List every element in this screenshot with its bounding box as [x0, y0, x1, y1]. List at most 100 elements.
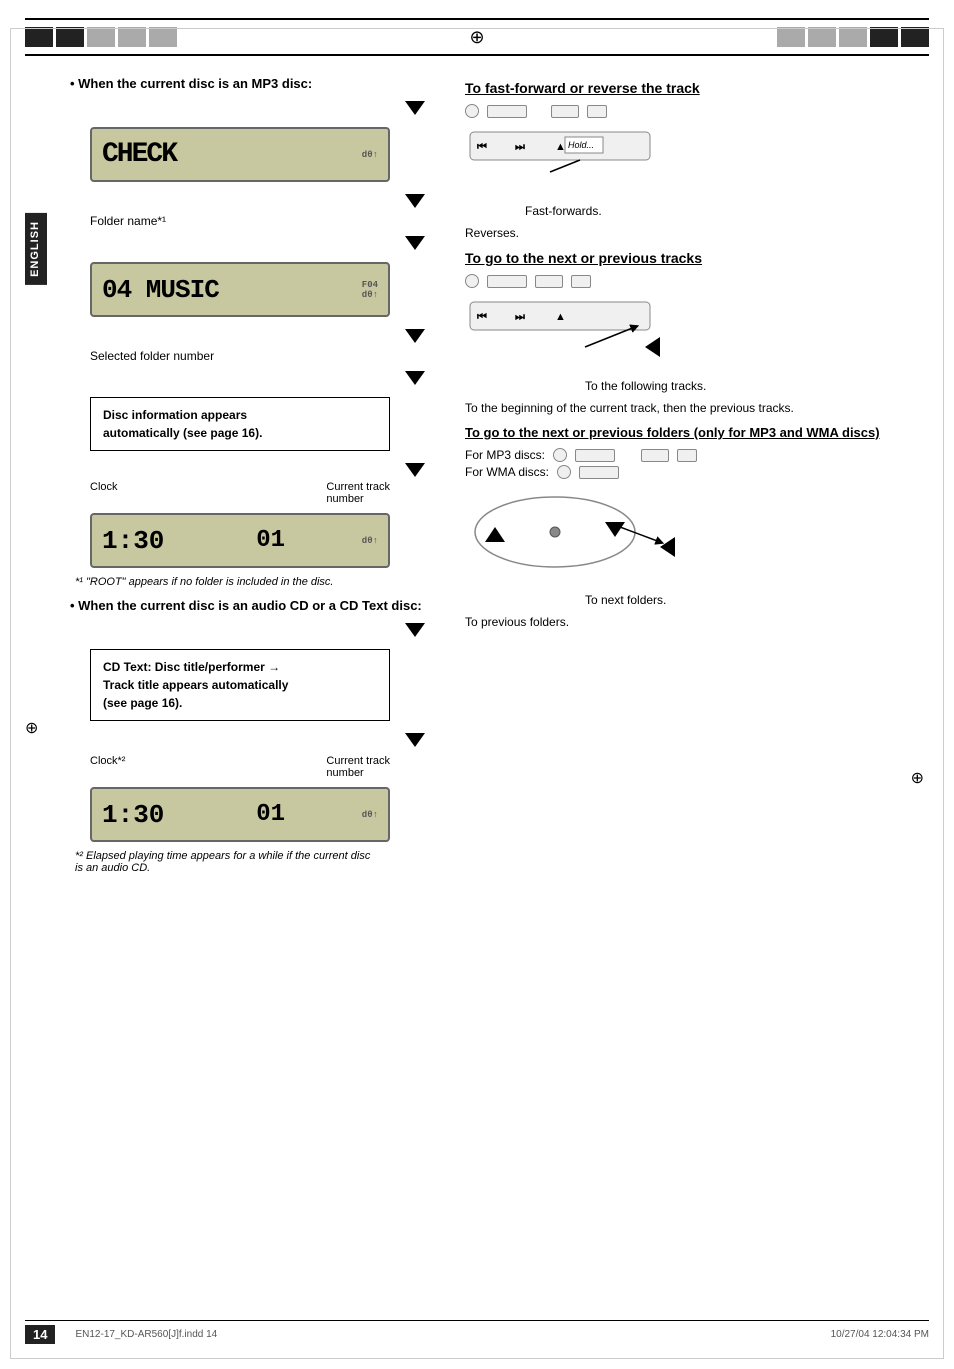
footer-filename: EN12-17_KD-AR560[J]f.indd 14 [75, 1329, 217, 1340]
cd-arrow-group: CD Text: Disc title/performer → Track ti… [90, 619, 445, 751]
svg-text:▲: ▲ [555, 311, 566, 323]
lcd-display-music: 04 MUSIC F04 dθ↑ [90, 262, 390, 317]
np-btn-row [465, 274, 929, 288]
lcd4-time: 1:30 [102, 800, 164, 830]
reverses-label: Reverses. [465, 226, 929, 240]
current-track2-label: Current track number [326, 755, 390, 779]
np-svg-diagram: ⏮ ⏭ ▲ [465, 292, 685, 372]
fast-forward-heading: To fast-forward or reverse the track [465, 80, 929, 96]
down-arrow-8 [405, 733, 425, 747]
ff-rect2-btn [551, 105, 579, 118]
lcd-music-text: 04 MUSIC [102, 275, 219, 305]
english-tab: ENGLISH [25, 213, 47, 285]
prev-folders-label: To previous folders. [465, 615, 929, 629]
mp3-rect3 [677, 449, 697, 462]
info-box-1-group: Disc information appears automatically (… [90, 367, 445, 481]
svg-text:⏭: ⏭ [515, 311, 525, 323]
fast-forwards-label: Fast-forwards. [525, 204, 929, 218]
np-oval-btn [465, 274, 479, 288]
header-block-r3 [839, 27, 867, 47]
lcd2-group: 04 MUSIC F04 dθ↑ Selected folder number [90, 232, 445, 363]
arrow-below-lcd2 [90, 325, 425, 347]
lcd4-icon: dθ↑ [362, 810, 378, 820]
svg-text:Hold...: Hold... [568, 140, 594, 150]
main-content: • When the current disc is an MP3 disc: … [25, 76, 929, 882]
footer-date: 10/27/04 12:04:34 PM [831, 1329, 929, 1340]
lcd3-labels: Clock Current track number [90, 481, 390, 505]
arrow-to-lcd2 [90, 232, 425, 254]
mp3-oval [553, 448, 567, 462]
next-prev-folders-heading: To go to the next or previous folders (o… [465, 425, 929, 440]
svg-text:⏮: ⏮ [477, 311, 487, 323]
ff-rect3-btn [587, 105, 607, 118]
ff-oval-btn [465, 104, 479, 118]
page-number: 14 [25, 1325, 55, 1344]
lcd-display-check: CHECK dθ↑ [90, 127, 390, 182]
mp3-rect2 [641, 449, 669, 462]
header-blocks-left [25, 27, 177, 47]
for-mp3-label: For MP3 discs: [465, 448, 545, 462]
arrow-to-info1 [90, 367, 425, 389]
for-mp3-row: For MP3 discs: [465, 448, 929, 462]
page-footer: 14 EN12-17_KD-AR560[J]f.indd 14 10/27/04… [25, 1320, 929, 1344]
ff-rect-btn [487, 105, 527, 118]
lcd1-group: CHECK dθ↑ Folder name*¹ [90, 97, 445, 228]
left-cross-symbol: ⊕ [25, 720, 38, 737]
ff-diagram: ⏮ ⏭ ▲ Hold... Fast-forwards. Reverses. [465, 104, 929, 240]
next-prev-diagram: ⏮ ⏭ ▲ To the following tracks. To the be… [465, 274, 929, 415]
next-prev-heading: To go to the next or previous tracks [465, 250, 929, 266]
svg-text:▲: ▲ [555, 141, 566, 153]
header-blocks-right [777, 27, 929, 47]
down-arrow-6 [405, 463, 425, 477]
header-block-r1 [777, 27, 805, 47]
lcd-check-text: CHECK [102, 139, 176, 170]
info-box2-line2: Track title appears automatically [103, 678, 288, 692]
lcd4-group: Clock*² Current track number 1:30 01 dθ↑ [90, 755, 445, 842]
lcd3-group: Clock Current track number 1:30 01 dθ↑ [90, 481, 445, 568]
svg-text:⏭: ⏭ [515, 141, 525, 153]
footnote-2: *² Elapsed playing time appears for a wh… [75, 850, 375, 874]
info-box2-line1: CD Text: Disc title/performer → [103, 660, 280, 674]
right-cross-mark: ⊕ [911, 768, 924, 788]
folder-name-label: Folder name*¹ [90, 214, 445, 228]
ff-btn-row [465, 104, 929, 118]
lcd3-time: 1:30 [102, 526, 164, 556]
selected-folder-label: Selected folder number [90, 349, 445, 363]
folder-nav-diagram [465, 487, 929, 585]
left-cross-mark: ⊕ [25, 718, 38, 738]
header-block-r2 [808, 27, 836, 47]
header-block-4 [118, 27, 146, 47]
header-block-2 [56, 27, 84, 47]
footnote-1: *¹ "ROOT" appears if no folder is includ… [75, 576, 375, 588]
cd-title: • When the current disc is an audio CD o… [70, 598, 422, 613]
np-rect2-btn [535, 275, 563, 288]
info-box-1: Disc information appears automatically (… [90, 397, 390, 451]
header-block-3 [87, 27, 115, 47]
mp3-rect1 [575, 449, 615, 462]
left-column: • When the current disc is an MP3 disc: … [25, 76, 445, 882]
current-track-label: Current track number [326, 481, 390, 505]
arrow-to-cd-info [90, 619, 425, 641]
down-arrow-4 [405, 329, 425, 343]
arrow-to-lcd1 [90, 97, 425, 119]
lcd3-icon: dθ↑ [362, 536, 378, 546]
header-block-r4 [870, 27, 898, 47]
header-block-r5 [901, 27, 929, 47]
arrow-below-lcd1 [90, 190, 425, 212]
arrow-below-info1 [90, 459, 425, 481]
cross-symbol: ⊕ [911, 768, 924, 788]
np-rect-btn [487, 275, 527, 288]
svg-text:⏮: ⏮ [477, 141, 487, 153]
lcd3-track: 01 [256, 527, 285, 554]
lcd-display-4: 1:30 01 dθ↑ [90, 787, 390, 842]
down-arrow-2 [405, 194, 425, 208]
wma-oval [557, 465, 571, 479]
info-box-2: CD Text: Disc title/performer → Track ti… [90, 649, 390, 721]
mp3-section-header: • When the current disc is an MP3 disc: [70, 76, 445, 91]
info-box1-line1: Disc information appears [103, 408, 247, 422]
down-arrow-1 [405, 101, 425, 115]
lcd-music-icon: F04 dθ↑ [362, 280, 378, 300]
lcd-display-3: 1:30 01 dθ↑ [90, 513, 390, 568]
info-box2-line3: (see page 16). [103, 696, 182, 710]
np-rect3-btn [571, 275, 591, 288]
